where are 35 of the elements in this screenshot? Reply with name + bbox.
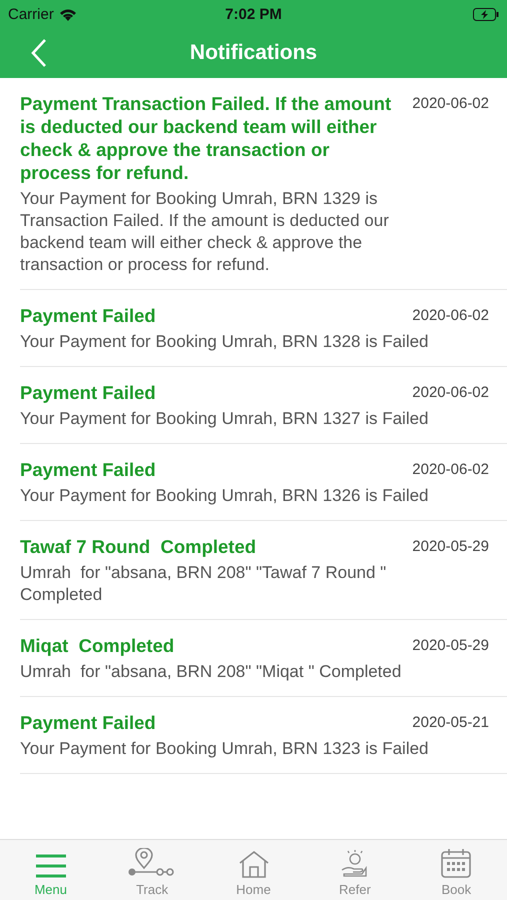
- notification-date: 2020-05-21: [412, 713, 489, 731]
- calendar-icon: [441, 848, 472, 878]
- carrier-label: Carrier: [8, 6, 54, 22]
- notification-message: Your Payment for Booking Umrah, BRN 1328 is Failed: [20, 331, 430, 353]
- notification-date: 2020-06-02: [412, 383, 489, 401]
- notification-message: Your Payment for Booking Umrah, BRN 1323 is Failed: [20, 738, 430, 760]
- notification-item[interactable]: Payment Failed 2020-05-21 Your Payment for Booking Umrah, BRN 1323 is Failed: [20, 697, 507, 774]
- notification-item[interactable]: Tawaf 7 Round Completed 2020-05-29 Umrah for "absana, BRN 208" "Tawaf 7 Round " Completed: [20, 521, 507, 620]
- notification-message: Your Payment for Booking Umrah, BRN 1326 is Failed: [20, 485, 430, 507]
- notification-title: Payment Transaction Failed. If the amount is deducted our backend team will either check & approve the transaction or process for refund.: [20, 92, 392, 184]
- notification-item[interactable]: Payment Failed 2020-06-02 Your Payment for Booking Umrah, BRN 1327 is Failed: [20, 367, 507, 444]
- notification-item[interactable]: Miqat Completed 2020-05-29 Umrah for "absana, BRN 208" "Miqat " Completed: [20, 620, 507, 697]
- notification-item[interactable]: Payment Failed 2020-06-02 Your Payment for Booking Umrah, BRN 1328 is Failed: [20, 290, 507, 367]
- notification-date: 2020-06-02: [412, 306, 489, 324]
- notification-title: Tawaf 7 Round Completed: [20, 535, 258, 558]
- notification-message: Your Payment for Booking Umrah, BRN 1329 is Transaction Failed. If the amount is deducted our backend team will either check & approve the transaction or process for refund.: [20, 188, 390, 276]
- notification-message: Umrah for "absana, BRN 208" "Tawaf 7 Round " Completed: [20, 562, 388, 606]
- screen-title: Notifications: [190, 41, 318, 65]
- notification-message: Your Payment for Booking Umrah, BRN 1327 is Failed: [20, 408, 430, 430]
- notification-item[interactable]: Payment Failed 2020-06-02 Your Payment for Booking Umrah, BRN 1326 is Failed: [20, 444, 507, 521]
- notification-date: 2020-05-29: [412, 636, 489, 654]
- wifi-icon: [58, 8, 77, 20]
- notification-title: Miqat Completed: [20, 634, 176, 657]
- notification-title: Payment Failed: [20, 304, 157, 327]
- notification-title: Payment Failed: [20, 381, 157, 404]
- notification-date: 2020-05-29: [412, 537, 489, 555]
- menu-icon: [34, 854, 67, 878]
- notification-date: 2020-06-02: [412, 94, 489, 112]
- notification-message: Umrah for "absana, BRN 208" "Miqat " Completed: [20, 661, 402, 683]
- home-icon: [238, 850, 270, 878]
- status-time: 7:02 PM: [225, 6, 282, 22]
- notification-title: Payment Failed: [20, 458, 157, 481]
- notification-date: 2020-06-02: [412, 460, 489, 478]
- battery-charging-icon: [473, 8, 500, 20]
- notification-title: Payment Failed: [20, 711, 157, 734]
